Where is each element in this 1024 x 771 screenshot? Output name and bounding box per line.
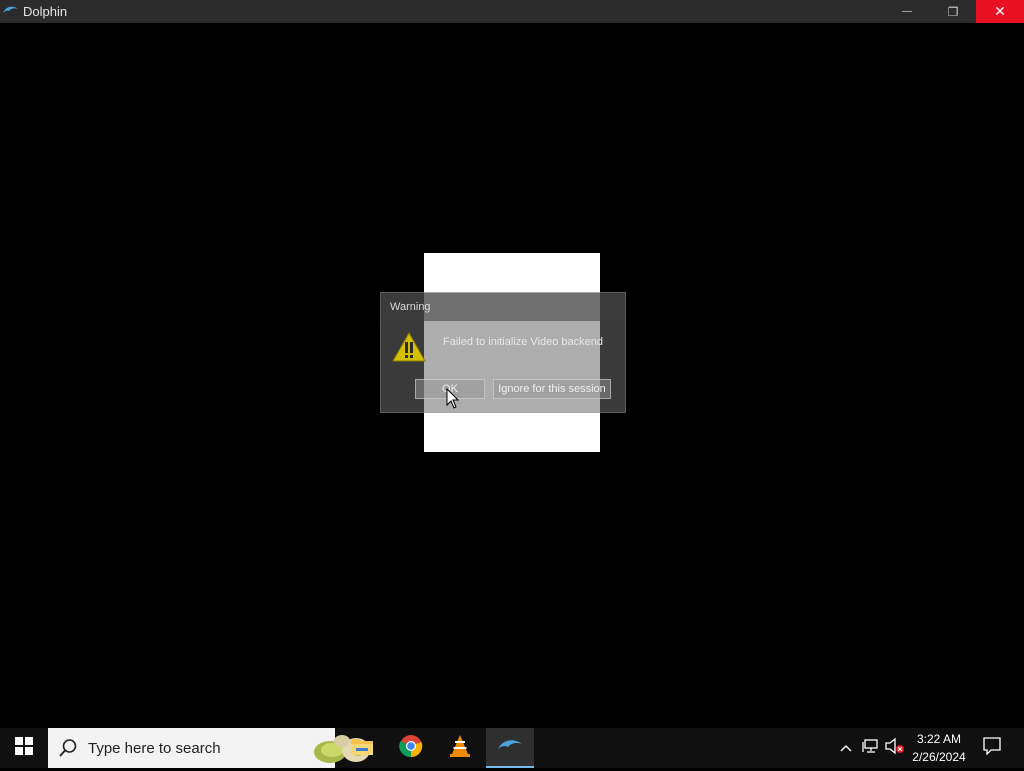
action-center-button[interactable]: [974, 728, 1010, 768]
restore-icon: ❐: [947, 4, 959, 19]
taskbar: Type here to search 3:22 AM 2/26/2024: [0, 728, 1024, 768]
taskbar-dolphin[interactable]: [486, 728, 534, 768]
warning-icon: [392, 331, 426, 368]
search-icon: [58, 738, 78, 763]
warning-dialog: Warning Failed to initialize Video backe…: [380, 292, 626, 413]
volume-tray-button[interactable]: [884, 728, 906, 768]
dolphin-app-icon: [2, 4, 20, 23]
window-titlebar: Dolphin — ❐ ✕: [0, 0, 1024, 23]
mouse-cursor-icon: [446, 387, 460, 414]
close-button[interactable]: ✕: [976, 0, 1024, 23]
chrome-icon: [399, 734, 423, 763]
clock-time: 3:22 AM: [916, 732, 962, 746]
chevron-up-icon: [840, 739, 852, 757]
minimize-button[interactable]: —: [884, 0, 930, 23]
show-hidden-icons-button[interactable]: [838, 728, 854, 768]
vlc-icon: [449, 734, 471, 763]
file-explorer-icon: [350, 736, 374, 761]
window-title: Dolphin: [23, 4, 68, 19]
dialog-message: Failed to initialize Video backend: [443, 336, 604, 348]
minimize-icon: —: [902, 6, 912, 17]
dialog-titlebar: Warning: [381, 293, 625, 321]
dialog-title: Warning: [390, 301, 431, 313]
taskbar-vlc[interactable]: [436, 728, 484, 768]
taskbar-search-box[interactable]: Type here to search: [48, 728, 370, 768]
network-icon: [862, 738, 880, 759]
restore-button[interactable]: ❐: [930, 0, 976, 23]
volume-muted-icon: [885, 737, 905, 759]
clock-date: 2/26/2024: [912, 750, 966, 764]
dolphin-icon: [497, 737, 523, 760]
search-placeholder: Type here to search: [88, 740, 221, 757]
taskbar-file-explorer[interactable]: [338, 728, 386, 768]
network-tray-button[interactable]: [860, 728, 882, 768]
taskbar-clock[interactable]: 3:22 AM 2/26/2024: [908, 730, 970, 766]
close-icon: ✕: [994, 3, 1006, 19]
windows-logo-icon: [15, 736, 33, 760]
taskbar-chrome[interactable]: [387, 728, 435, 768]
notification-icon: [983, 736, 1001, 760]
start-button[interactable]: [0, 728, 48, 768]
ignore-session-button[interactable]: Ignore for this session: [493, 379, 611, 399]
